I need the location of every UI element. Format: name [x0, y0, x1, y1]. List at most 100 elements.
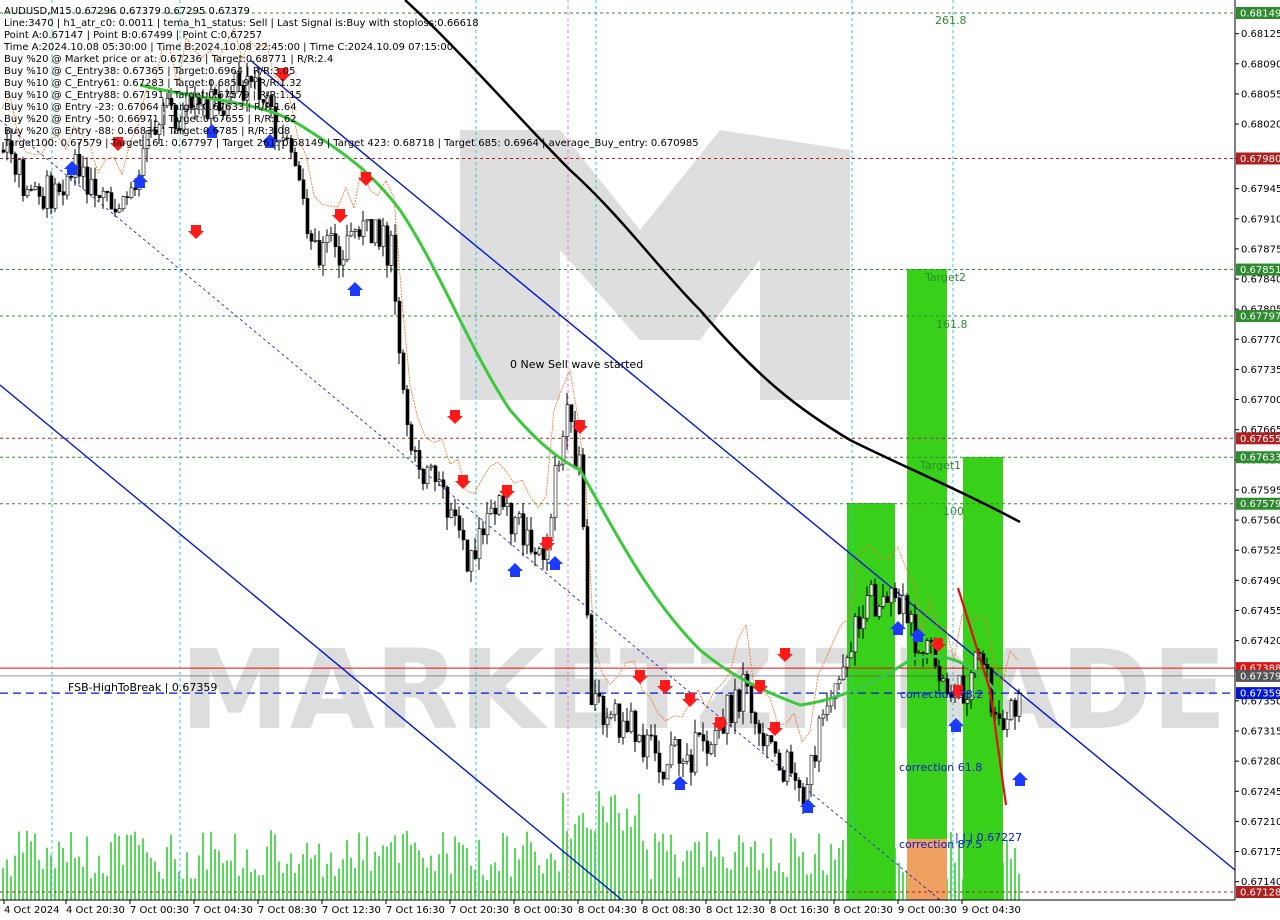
candle-body: [57, 183, 62, 193]
volume-bar: [1018, 873, 1020, 900]
volume-bar: [538, 865, 540, 900]
y-tick-label: 0.67875: [1241, 244, 1280, 255]
candle-body: [521, 513, 526, 546]
candle-body: [993, 711, 998, 715]
volume-bar: [214, 849, 216, 900]
volume-bar: [546, 859, 548, 900]
candle-body: [317, 240, 322, 266]
volume-bar: [362, 860, 364, 900]
info-line-1: Point A:0.67147 | Point B:0.67499 | Poin…: [4, 30, 262, 41]
y-tick-label: 0.67455: [1241, 606, 1280, 617]
point-c-label: | | | 0.67227: [955, 831, 1022, 844]
candle-body: [857, 616, 862, 629]
candle-body: [765, 735, 770, 747]
y-tick-label: 0.67560: [1241, 516, 1280, 527]
volume-bar: [378, 856, 380, 900]
candle-body: [577, 454, 582, 469]
volume-bar: [274, 834, 276, 900]
candle-body: [533, 551, 538, 555]
candle-body: [897, 597, 902, 614]
candle-body: [461, 529, 466, 541]
info-line-6: Buy %10 @ C_Entry88: 0.67191 | Target:0.…: [4, 90, 302, 101]
candle-body: [601, 695, 606, 725]
candle-body: [565, 404, 570, 437]
volume-bar: [722, 856, 724, 900]
candle-body: [625, 720, 630, 733]
volume-bar: [102, 873, 104, 900]
volume-bar: [670, 834, 672, 900]
volume-bar: [650, 879, 652, 900]
candle-body: [341, 259, 346, 266]
volume-bar: [694, 842, 696, 900]
x-tick-label: 7 Oct 20:30: [450, 905, 509, 916]
volume-bar: [238, 875, 240, 900]
candle-body: [85, 166, 90, 195]
candle-body: [309, 233, 314, 242]
volume-bar: [742, 842, 744, 900]
volume-bar: [614, 794, 616, 900]
volume-bar: [106, 875, 108, 900]
volume-bar: [310, 858, 312, 900]
candle-body: [701, 734, 706, 742]
fib-261-label: 261.8: [935, 14, 967, 27]
candle-body: [921, 652, 926, 654]
volume-bar: [506, 836, 508, 900]
candle-body: [633, 710, 638, 742]
volume-bar: [454, 836, 456, 900]
candle-body: [61, 191, 66, 196]
candle-body: [553, 465, 558, 518]
volume-bar: [422, 857, 424, 900]
volume-bar: [370, 870, 372, 900]
volume-bar: [902, 872, 904, 900]
volume-bar: [466, 848, 468, 900]
candle-body: [705, 740, 710, 754]
volume-bar: [730, 869, 732, 900]
y-tick-label: 0.67700: [1241, 395, 1280, 406]
candle-body: [389, 234, 394, 266]
candle-body: [809, 755, 814, 785]
candle-body: [457, 515, 462, 531]
volume-bar: [418, 850, 420, 900]
candle-body: [397, 301, 402, 354]
candle-body: [649, 734, 654, 737]
volume-bar: [22, 852, 24, 900]
x-tick-label: 8 Oct 04:30: [578, 905, 637, 916]
volume-bar: [42, 868, 44, 900]
volume-bar: [74, 857, 76, 900]
candle-body: [569, 404, 574, 422]
candle-body: [1009, 700, 1014, 720]
volume-bar: [382, 845, 384, 900]
candle-body: [441, 479, 446, 488]
volume-bar: [674, 854, 676, 900]
candle-body: [677, 739, 682, 764]
volume-bar: [186, 852, 188, 900]
candle-body: [337, 246, 342, 266]
time-axis[interactable]: 4 Oct 2024 4 Oct 20:30 7 Oct 00:30 7 Oct 04…: [0, 899, 1280, 920]
candle-body: [793, 772, 798, 781]
volume-bar: [638, 793, 640, 900]
volume-bar: [398, 862, 400, 900]
target-box-1: [847, 503, 895, 900]
volume-bar: [726, 867, 728, 900]
volume-bar: [590, 829, 592, 900]
volume-bar: [774, 870, 776, 900]
volume-bar: [366, 836, 368, 900]
candle-body: [929, 640, 934, 642]
candle-body: [501, 495, 506, 507]
info-line-5: Buy %10 @ C_Entry61: 0.67283 | Target:0.…: [4, 78, 302, 89]
candle-body: [589, 614, 594, 706]
candle-body: [381, 225, 386, 247]
volume-bar: [390, 842, 392, 900]
candle-body: [517, 513, 522, 519]
price-chart[interactable]: MARKETZITRADE 0 New Sell wave started FS…: [0, 0, 1280, 920]
x-tick-label: 7 Oct 16:30: [386, 905, 445, 916]
volume-bar: [306, 843, 308, 900]
volume-bar: [254, 869, 256, 900]
volume-bar: [158, 871, 160, 900]
price-axis[interactable]: 0.68125 0.68090 0.68055 0.68020 0.67980 0.679…: [1234, 0, 1280, 920]
candle-body: [837, 679, 842, 685]
candle-body: [41, 196, 46, 209]
candle-body: [81, 166, 86, 177]
x-tick-label: 9 Oct 00:30: [898, 905, 957, 916]
candle-body: [841, 666, 846, 680]
